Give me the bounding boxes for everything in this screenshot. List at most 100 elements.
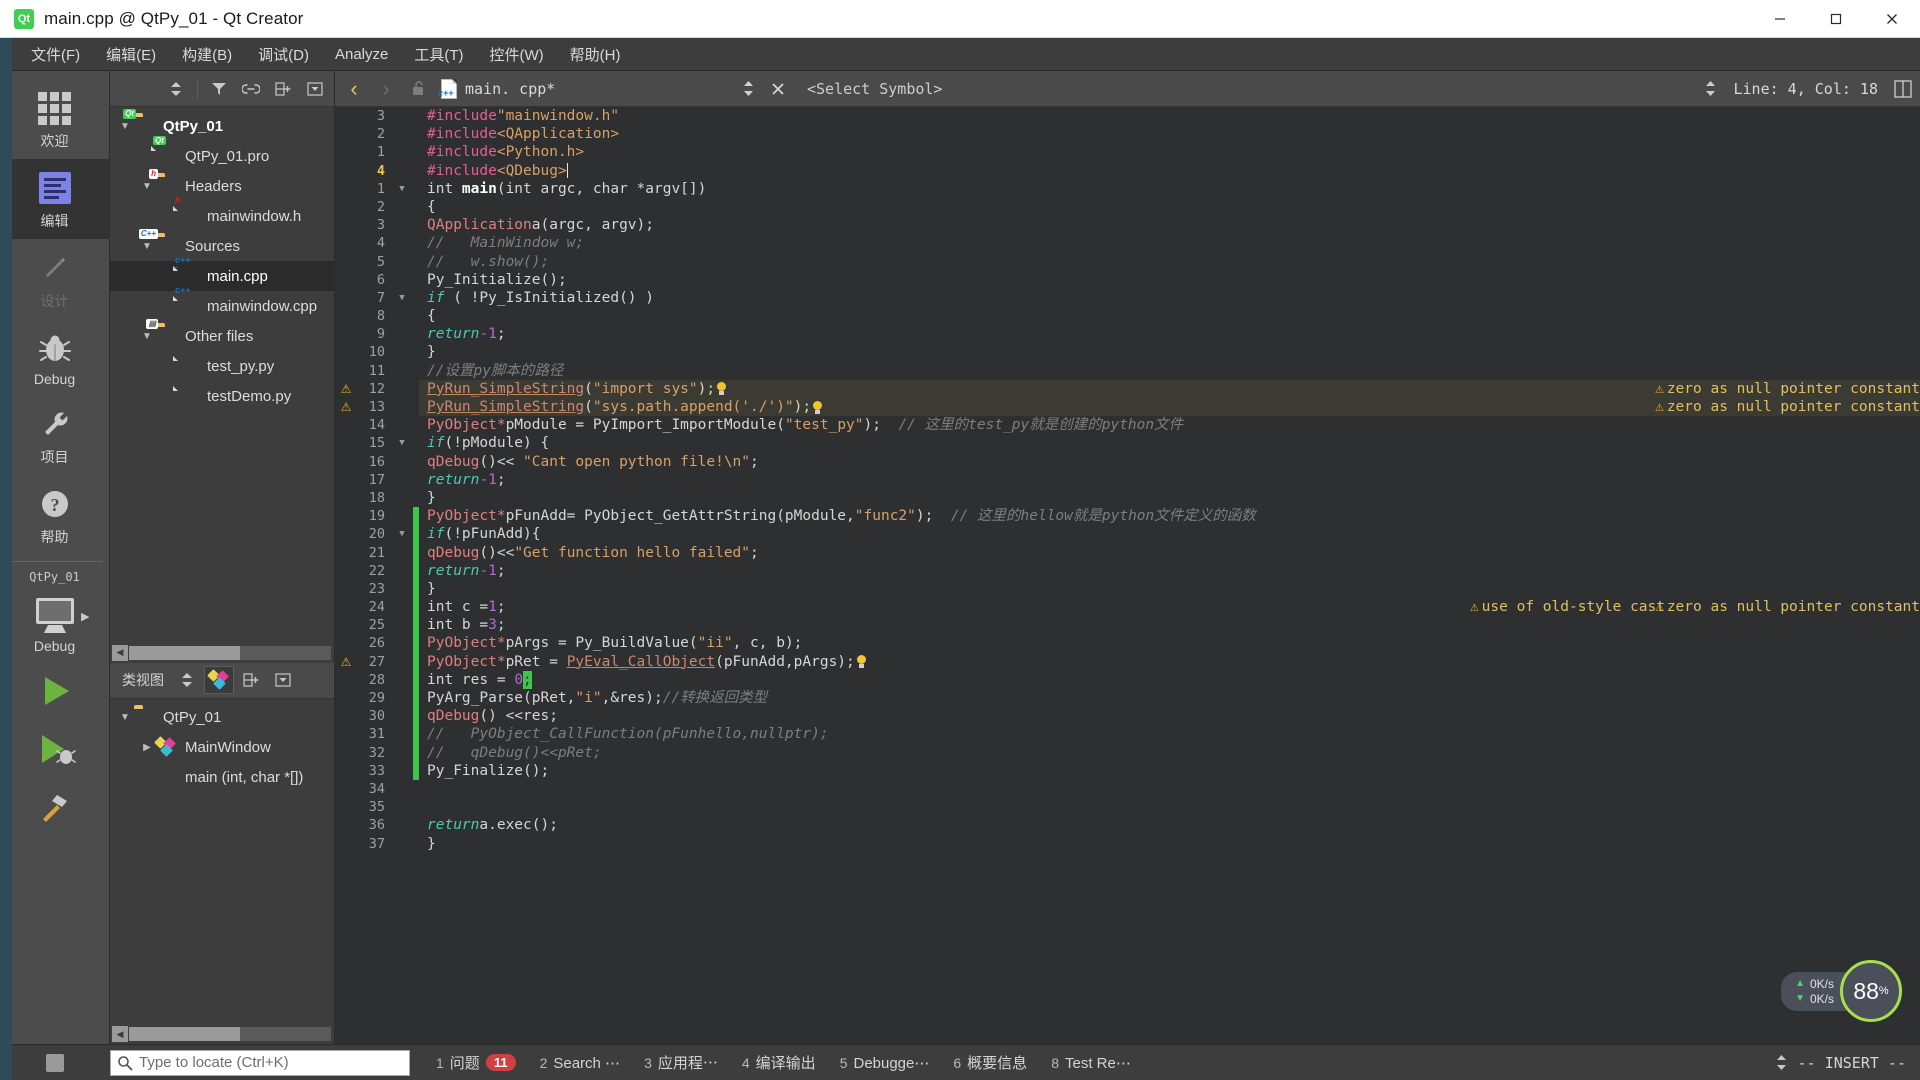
debug-run-button[interactable] [0,720,110,778]
code-line[interactable]: int main(int argc, char *argv[]) [419,180,1920,198]
code-line[interactable]: QApplication a(argc, argv); [419,216,1920,234]
class-tree-item[interactable]: ▶MainWindow [110,733,334,763]
code-line[interactable]: // w.show(); [419,253,1920,271]
code-line[interactable]: PyObject* pArgs = Py_BuildValue("ii", c,… [419,634,1920,652]
fold-gutter[interactable]: ▼▼▼▼ [391,107,413,1044]
code-line[interactable]: // qDebug()<<pRet; [419,744,1920,762]
symbol-selector[interactable]: <Select Symbol> [797,80,1698,98]
kit-selector[interactable]: ▶Debug [0,586,110,662]
run-button[interactable] [0,662,110,720]
close-panel-icon[interactable] [300,75,330,103]
code-line[interactable]: int res = 0; [419,671,1920,689]
chevron-right-icon[interactable]: ▶ [81,610,89,623]
mode-button-Debug[interactable]: Debug [0,319,110,395]
code-line[interactable]: if(!pFunAdd){ [419,525,1920,543]
scroll-left-icon[interactable]: ◀ [112,645,128,661]
mode-button-编辑[interactable]: 编辑 [0,159,110,239]
project-tree-item[interactable]: ▼hHeaders [110,171,334,201]
code-line[interactable]: PyRun_SimpleString("import sys"); [419,380,1920,398]
class-tree-item[interactable]: main (int, char *[]) [110,763,334,793]
class-view-sort-button[interactable] [172,666,202,694]
project-tree-item[interactable]: ▼QtQtPy_01 [110,111,334,141]
warning-gutter[interactable]: ⚠⚠⚠ [335,107,357,1044]
code-line[interactable]: PyObject* pRet = PyEval_CallObject(pFunA… [419,653,1920,671]
code-line[interactable]: PyObject* pModule = PyImport_ImportModul… [419,416,1920,434]
chevron-left-icon[interactable]: ‹ [339,74,369,104]
sync-with-editor-button[interactable] [161,75,191,103]
project-tree-item[interactable]: testDemo.py [110,381,334,411]
close-button[interactable] [1864,0,1920,37]
bottom-updown-icon[interactable] [1775,1054,1788,1071]
code-line[interactable] [419,798,1920,816]
warning-marker[interactable]: ⚠ [335,653,357,671]
code-line[interactable]: #include "mainwindow.h" [419,107,1920,125]
code-line[interactable]: Py_Initialize(); [419,271,1920,289]
output-pane-toggle[interactable] [0,1054,110,1072]
code-line[interactable]: } [419,343,1920,361]
split-add-icon[interactable] [268,75,298,103]
project-tree-item[interactable]: QtQtPy_01.pro [110,141,334,171]
warning-marker[interactable]: ⚠ [335,380,357,398]
editor-file-selector[interactable]: c++ main. cpp* [435,79,735,99]
menu-item-7[interactable]: 帮助(H) [557,40,634,69]
code-line[interactable]: { [419,307,1920,325]
class-close-panel-icon[interactable] [268,666,298,694]
fold-toggle[interactable]: ▼ [391,289,413,307]
fold-toggle[interactable]: ▼ [391,180,413,198]
mode-button-帮助[interactable]: ?帮助 [0,475,110,555]
chevron-right-icon[interactable]: ▶ [138,742,156,753]
output-pane-3[interactable]: 3应用程⋯ [632,1052,730,1073]
build-button[interactable] [0,778,110,836]
chevron-down-icon[interactable]: ▼ [138,181,156,192]
chevron-right-icon[interactable]: › [371,74,401,104]
menu-item-6[interactable]: 控件(W) [477,40,557,69]
line-col-indicator[interactable]: Line: 4, Col: 18 [1724,80,1889,98]
project-tree-item[interactable]: ▼▤Other files [110,321,334,351]
menu-item-3[interactable]: 调试(D) [245,40,322,69]
output-pane-5[interactable]: 5Debugge⋯ [828,1054,942,1072]
code-line[interactable]: return a.exec(); [419,816,1920,834]
code-line[interactable]: Py_Finalize(); [419,762,1920,780]
code-line[interactable]: #include <QDebug> [419,162,1920,180]
chevron-down-icon[interactable]: ▼ [116,712,134,723]
menu-item-0[interactable]: 文件(F) [18,40,93,69]
code-line[interactable]: PyObject* pFunAdd= PyObject_GetAttrStrin… [419,507,1920,525]
code-line[interactable]: qDebug() <<res; [419,707,1920,725]
scroll-track[interactable] [129,646,331,660]
code-line[interactable]: int b =3; [419,616,1920,634]
editor-close-icon[interactable] [761,74,795,104]
menu-item-1[interactable]: 编辑(E) [93,40,169,69]
code-line[interactable]: return -1; [419,562,1920,580]
project-tree-hscrollbar[interactable]: ◀ [110,643,334,663]
fold-toggle[interactable]: ▼ [391,525,413,543]
project-tree-item[interactable]: c++mainwindow.cpp [110,291,334,321]
chevron-down-icon[interactable]: ▼ [138,331,156,342]
project-tree[interactable]: ▼QtQtPy_01QtQtPy_01.pro▼hHeadershmainwin… [110,107,334,643]
code-line[interactable]: } [419,580,1920,598]
code-line[interactable]: qDebug()<<"Get function hello failed"; [419,544,1920,562]
class-diamonds-icon[interactable] [204,666,234,694]
link-icon[interactable] [236,75,266,103]
code-line[interactable]: #include <Python.h> [419,143,1920,161]
output-pane-8[interactable]: 8Test Re⋯ [1039,1054,1143,1072]
menu-item-2[interactable]: 构建(B) [169,40,245,69]
code-line[interactable]: // PyObject_CallFunction(pFunhello,nullp… [419,725,1920,743]
code-line[interactable]: PyRun_SimpleString("sys.path.append('./'… [419,398,1920,416]
code-lines[interactable]: #include "mainwindow.h"#include <QApplic… [419,107,1920,1044]
output-pane-6[interactable]: 6概要信息 [941,1052,1039,1073]
code-line[interactable]: { [419,198,1920,216]
unlock-icon[interactable] [403,75,433,103]
code-line[interactable]: return -1; [419,325,1920,343]
class-scroll-track[interactable] [129,1027,331,1041]
mode-button-欢迎[interactable]: 欢迎 [0,79,110,159]
class-view-combo[interactable]: 类视图 [116,670,170,690]
filter-icon[interactable] [204,75,234,103]
minimize-button[interactable] [1752,0,1808,37]
code-editor[interactable]: ⚠⚠⚠ 321412345678910111213141516171819202… [335,107,1920,1044]
locator-input[interactable]: Type to locate (Ctrl+K) [110,1050,410,1076]
code-line[interactable]: return -1; [419,471,1920,489]
class-split-add-icon[interactable] [236,666,266,694]
scroll-thumb[interactable] [129,646,240,660]
warning-marker[interactable]: ⚠ [335,398,357,416]
code-line[interactable]: } [419,835,1920,853]
